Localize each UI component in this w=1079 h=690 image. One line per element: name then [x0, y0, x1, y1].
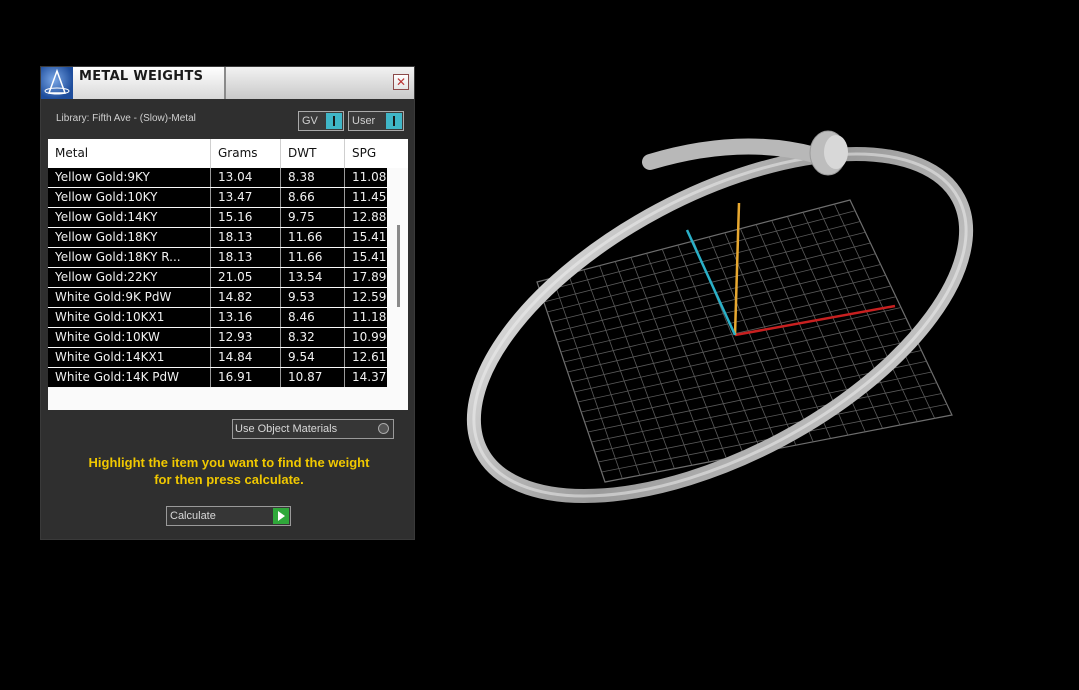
grams-cell: 15.16: [211, 208, 281, 227]
instructions-line-1: Highlight the item you want to find the …: [88, 455, 370, 470]
spg-cell: 11.18: [345, 308, 387, 327]
table-row[interactable]: Yellow Gold:9KY 13.04 8.38 11.08: [48, 168, 387, 187]
dwt-cell: 11.66: [281, 248, 345, 267]
table-row[interactable]: Yellow Gold:18KY R... 18.13 11.66 15.41: [48, 248, 387, 267]
vertical-scrollbar[interactable]: [397, 225, 400, 307]
library-label: Library: Fifth Ave - (Slow)-Metal: [56, 113, 196, 124]
table-row[interactable]: Yellow Gold:14KY 15.16 9.75 12.88: [48, 208, 387, 227]
dwt-cell: 11.66: [281, 228, 345, 247]
instructions-line-2: for then press calculate.: [154, 472, 304, 487]
spg-cell: 10.99: [345, 328, 387, 347]
table-row[interactable]: White Gold:10KX1 13.16 8.46 11.18: [48, 308, 387, 327]
toggle-knob-icon: [386, 113, 402, 129]
spg-cell: 15.41: [345, 228, 387, 247]
metal-weights-panel: METAL WEIGHTS ✕ Library: Fifth Ave - (Sl…: [40, 66, 415, 540]
metal-table[interactable]: Metal Grams DWT SPG Yellow Gold:9KY 13.04…: [48, 139, 408, 410]
spg-cell: 17.89: [345, 268, 387, 287]
metal-name-cell: White Gold:14K PdW: [48, 368, 211, 387]
metal-name-cell: Yellow Gold:22KY: [48, 268, 211, 287]
column-header-spg[interactable]: SPG: [345, 139, 395, 168]
radio-icon[interactable]: [378, 423, 389, 434]
table-row[interactable]: White Gold:14KX1 14.84 9.54 12.61: [48, 348, 387, 367]
grams-cell: 14.84: [211, 348, 281, 367]
grams-cell: 16.91: [211, 368, 281, 387]
gv-toggle[interactable]: GV: [298, 111, 344, 131]
close-button[interactable]: ✕: [393, 74, 409, 90]
grams-cell: 18.13: [211, 228, 281, 247]
use-object-materials-option[interactable]: Use Object Materials: [232, 419, 394, 439]
table-row[interactable]: Yellow Gold:10KY 13.47 8.66 11.45: [48, 188, 387, 207]
grams-cell: 18.13: [211, 248, 281, 267]
metal-name-cell: White Gold:9K PdW: [48, 288, 211, 307]
spg-cell: 11.08: [345, 168, 387, 187]
grams-cell: 12.93: [211, 328, 281, 347]
ring-model[interactable]: [440, 110, 1019, 530]
metal-name-cell: Yellow Gold:10KY: [48, 188, 211, 207]
metal-name-cell: White Gold:10KX1: [48, 308, 211, 327]
metal-name-cell: Yellow Gold:9KY: [48, 168, 211, 187]
toggle-knob-icon: [326, 113, 342, 129]
user-toggle-label: User: [352, 115, 376, 127]
metal-name-cell: Yellow Gold:14KY: [48, 208, 211, 227]
3d-viewport[interactable]: [440, 110, 1020, 530]
spg-cell: 11.45: [345, 188, 387, 207]
gv-toggle-label: GV: [302, 115, 318, 127]
grid-line: [833, 203, 936, 419]
title-bar[interactable]: METAL WEIGHTS ✕: [41, 67, 414, 99]
spg-cell: 12.88: [345, 208, 387, 227]
column-header-metal[interactable]: Metal: [48, 139, 211, 168]
column-header-dwt[interactable]: DWT: [281, 139, 345, 168]
dwt-cell: 8.32: [281, 328, 345, 347]
table-header: Metal Grams DWT SPG: [48, 139, 408, 168]
table-row[interactable]: Yellow Gold:22KY 21.05 13.54 17.89: [48, 268, 387, 287]
calculate-button[interactable]: Calculate: [166, 506, 291, 526]
calculate-label: Calculate: [170, 510, 216, 522]
table-row[interactable]: White Gold:10KW 12.93 8.32 10.99: [48, 328, 387, 347]
dwt-cell: 8.66: [281, 188, 345, 207]
grams-cell: 13.47: [211, 188, 281, 207]
grams-cell: 13.04: [211, 168, 281, 187]
metal-name-cell: White Gold:10KW: [48, 328, 211, 347]
metal-name-cell: Yellow Gold:18KY R...: [48, 248, 211, 267]
spg-cell: 14.37: [345, 368, 387, 387]
grams-cell: 13.16: [211, 308, 281, 327]
table-row[interactable]: White Gold:9K PdW 14.82 9.53 12.59: [48, 288, 387, 307]
metal-name-cell: Yellow Gold:18KY: [48, 228, 211, 247]
dwt-cell: 9.75: [281, 208, 345, 227]
instructions-text: Highlight the item you want to find the …: [59, 454, 399, 488]
dwt-cell: 13.54: [281, 268, 345, 287]
window-title: METAL WEIGHTS: [79, 69, 204, 84]
spg-cell: 12.59: [345, 288, 387, 307]
grams-cell: 14.82: [211, 288, 281, 307]
table-row[interactable]: Yellow Gold:18KY 18.13 11.66 15.41: [48, 228, 387, 247]
dwt-cell: 9.53: [281, 288, 345, 307]
table-row[interactable]: White Gold:14K PdW 16.91 10.87 14.37: [48, 368, 387, 387]
use-object-materials-label: Use Object Materials: [235, 423, 338, 435]
spg-cell: 15.41: [345, 248, 387, 267]
dwt-cell: 8.46: [281, 308, 345, 327]
dwt-cell: 8.38: [281, 168, 345, 187]
play-arrow-icon: [273, 508, 289, 524]
grams-cell: 21.05: [211, 268, 281, 287]
column-header-grams[interactable]: Grams: [211, 139, 281, 168]
dwt-cell: 10.87: [281, 368, 345, 387]
spg-cell: 12.61: [345, 348, 387, 367]
user-toggle[interactable]: User: [348, 111, 404, 131]
app-logo-icon: [41, 67, 73, 99]
dwt-cell: 9.54: [281, 348, 345, 367]
metal-name-cell: White Gold:14KX1: [48, 348, 211, 367]
